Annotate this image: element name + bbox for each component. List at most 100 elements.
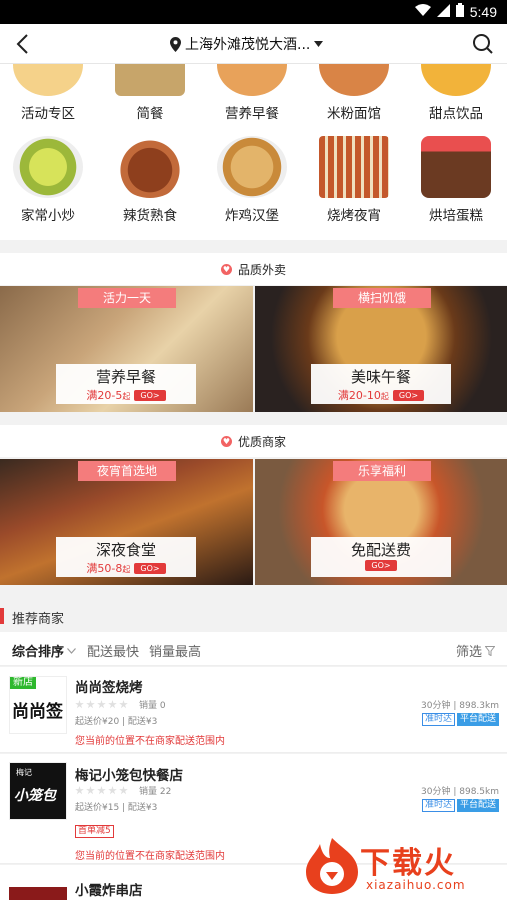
ontime-badge: 准时达 <box>421 799 455 812</box>
go-button[interactable]: GO> <box>392 389 425 401</box>
rating-stars <box>75 700 128 709</box>
promo-subtitle: 满20-5起 GO> <box>56 387 196 403</box>
filter-label: 筛选 <box>456 645 483 660</box>
star-icon <box>119 786 128 795</box>
promo-tag: 乐享福利 <box>333 461 431 481</box>
category-home-cooking[interactable]: 家常小炒 <box>2 136 94 224</box>
category-label: 烘培蛋糕 <box>429 208 483 224</box>
back-button[interactable] <box>8 30 36 58</box>
category-image <box>115 136 185 198</box>
category-fried-chicken[interactable]: 炸鸡汉堡 <box>206 136 298 224</box>
promo-subtitle: GO> <box>311 560 451 571</box>
category-label: 活动专区 <box>21 106 75 122</box>
platform-delivery-badge: 平台配送 <box>456 713 499 726</box>
category-label: 米粉面馆 <box>327 106 381 122</box>
shop-name: 梅记小笼包快餐店 <box>75 768 183 784</box>
go-button[interactable]: GO> <box>134 389 166 401</box>
star-icon <box>86 700 95 709</box>
delivery-badges: 准时达 平台配送 <box>421 799 499 812</box>
signal-icon <box>436 3 450 21</box>
promo-discount-suffix: 起 <box>122 392 131 401</box>
star-icon <box>75 786 84 795</box>
shop-logo-text: 尚尚签 <box>12 702 63 722</box>
chevron-left-icon <box>16 34 28 54</box>
promo-tag: 横扫饥饿 <box>333 288 431 308</box>
shop-logo-subtext: 梅记 <box>16 768 32 777</box>
category-image <box>421 136 491 198</box>
promo-discount: 满50-8 <box>86 562 123 575</box>
delivery-badges: 准时达 平台配送 <box>421 713 499 726</box>
sort-label: 综合排序 <box>12 645 65 660</box>
promo-title: 美味午餐 <box>350 368 411 386</box>
promo-card: 营养早餐 满20-5起 GO> <box>56 364 196 404</box>
category-image <box>115 64 185 96</box>
category-cakes[interactable]: 烘培蛋糕 <box>410 136 502 224</box>
category-desserts[interactable]: 甜点饮品 <box>410 64 502 122</box>
category-image <box>13 64 83 96</box>
shop-time-distance: 30分钟 | 898.5km <box>421 787 499 797</box>
status-bar: 5:49 <box>0 0 507 24</box>
promo-title: 免配送费 <box>350 541 411 559</box>
search-button[interactable] <box>469 30 497 58</box>
filter-fastest[interactable]: 配送最快 <box>87 641 139 660</box>
filter-bar: 综合排序 配送最快 销量最高 筛选 <box>0 632 507 666</box>
go-button[interactable]: GO> <box>134 562 166 574</box>
watermark-logo: 下载火 xiazaihuo.com <box>302 836 502 898</box>
location-selector[interactable]: 上海外滩茂悦大酒... <box>170 33 324 55</box>
category-breakfast[interactable]: 营养早餐 <box>206 64 298 122</box>
watermark-text: 下载火 <box>360 846 456 881</box>
star-icon <box>119 700 128 709</box>
filter-button[interactable]: 筛选 <box>456 641 496 660</box>
shop-fee: 起送价¥20 | 配送¥3 <box>75 717 158 727</box>
category-label: 甜点饮品 <box>429 106 483 122</box>
promo-subtitle: 满50-8起 GO> <box>56 560 196 576</box>
flame-logo-icon <box>306 838 358 894</box>
promo-breakfast[interactable]: 活力一天 营养早餐 满20-5起 GO> <box>0 286 253 412</box>
promo-card: 免配送费 GO> <box>311 537 451 577</box>
new-store-badge: 新店 <box>10 677 36 689</box>
category-image <box>13 136 83 198</box>
category-activity[interactable]: 活动专区 <box>2 64 94 122</box>
filter-top-sales[interactable]: 销量最高 <box>149 641 201 660</box>
heart-icon: ♥ <box>220 263 232 275</box>
watermark-url: xiazaihuo.com <box>366 878 466 892</box>
category-label: 简餐 <box>136 106 164 122</box>
search-icon <box>473 34 493 54</box>
wifi-icon <box>414 3 431 21</box>
category-label: 烧烤夜宵 <box>327 208 381 224</box>
category-label: 辣货熟食 <box>123 208 177 224</box>
category-spicy[interactable]: 辣货熟食 <box>104 136 196 224</box>
go-button[interactable]: GO> <box>365 560 397 571</box>
shop-name: 小霞炸串店 <box>75 883 143 899</box>
promo-lunch[interactable]: 横扫饥饿 美味午餐 满20-10起 GO> <box>255 286 507 412</box>
shop-card[interactable]: 尚尚签 新店 尚尚签烧烤 销量 0 30分钟 | 898.3km 起送价¥20 … <box>0 667 507 753</box>
category-simple-meal[interactable]: 简餐 <box>104 64 196 122</box>
sort-dropdown[interactable]: 综合排序 <box>12 641 76 660</box>
promo-tag: 活力一天 <box>78 288 176 308</box>
promo-free-delivery[interactable]: 乐享福利 免配送费 GO> <box>255 459 507 585</box>
star-icon <box>108 786 117 795</box>
promo-late-night[interactable]: 夜宵首选地 深夜食堂 满50-8起 GO> <box>0 459 253 585</box>
star-icon <box>75 700 84 709</box>
section-title-text: 品质外卖 <box>237 262 286 277</box>
caret-down-icon <box>314 41 324 47</box>
filter-top-sales-label: 销量最高 <box>149 645 202 660</box>
category-noodles[interactable]: 米粉面馆 <box>308 64 400 122</box>
ontime-badge: 准时达 <box>421 713 455 726</box>
promo-tag: 夜宵首选地 <box>78 461 176 481</box>
category-bbq[interactable]: 烧烤夜宵 <box>308 136 400 224</box>
shop-logo: 尚尚签 新店 <box>9 676 67 734</box>
section-title-quality-takeout: ♥ 品质外卖 <box>0 253 507 285</box>
platform-delivery-badge: 平台配送 <box>456 799 499 812</box>
battery-icon <box>455 3 464 21</box>
heart-icon: ♥ <box>220 435 232 447</box>
delivery-warning: 您当前的位置不在商家配送范围内 <box>75 736 225 747</box>
location-pin-icon <box>170 36 181 52</box>
accent-bar <box>0 608 4 624</box>
star-icon <box>97 786 106 795</box>
shop-time-distance: 30分钟 | 898.3km <box>421 701 499 711</box>
promo-subtitle: 满20-10起 GO> <box>311 387 451 403</box>
category-image <box>319 136 389 198</box>
promo-card: 深夜食堂 满50-8起 GO> <box>56 537 196 577</box>
shop-logo <box>9 887 67 900</box>
